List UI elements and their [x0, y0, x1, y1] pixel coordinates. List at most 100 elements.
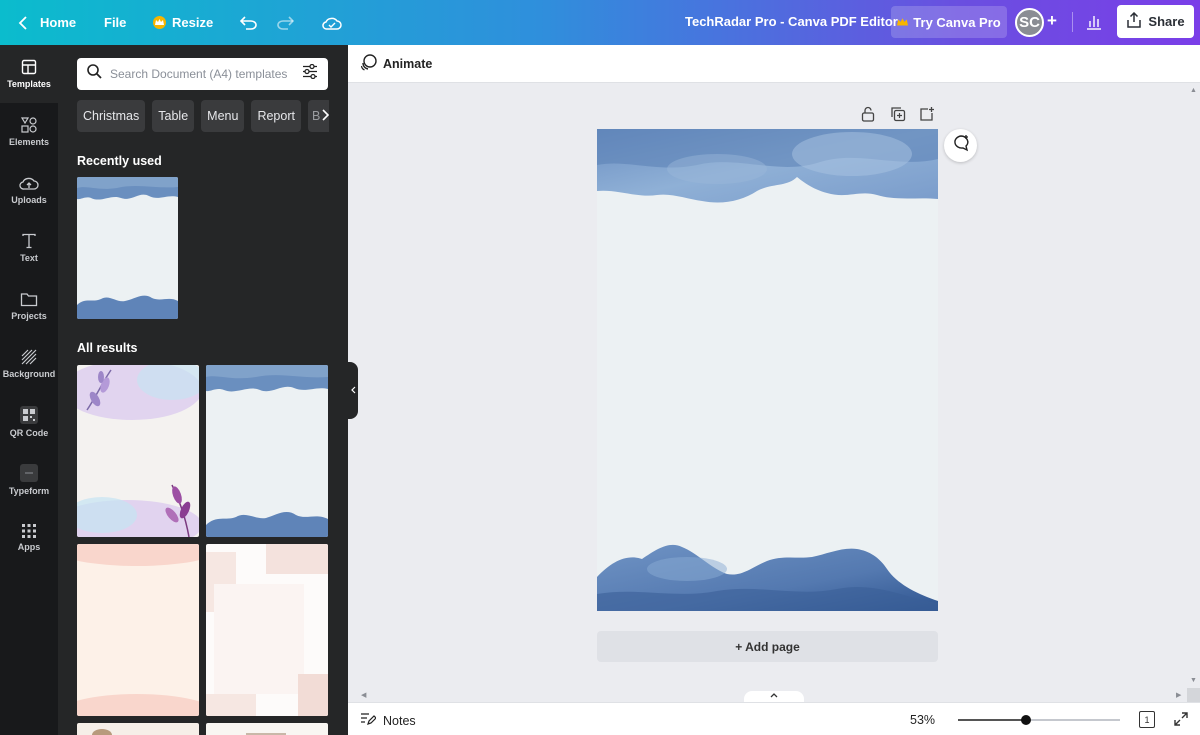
design-page[interactable]	[597, 129, 938, 611]
share-icon	[1126, 11, 1142, 31]
chip-christmas[interactable]: Christmas	[77, 100, 146, 132]
chip-menu[interactable]: Menu	[201, 100, 245, 132]
recently-used-heading: Recently used	[77, 154, 162, 168]
rail-label: Text	[20, 253, 38, 263]
duplicate-page-icon[interactable]	[890, 106, 906, 127]
rail-label: Templates	[7, 79, 51, 89]
chip-more[interactable]: B	[307, 100, 329, 132]
animate-icon	[360, 54, 377, 74]
zoom-percentage[interactable]: 53%	[910, 713, 935, 727]
filter-sliders-icon[interactable]	[302, 63, 318, 84]
document-title[interactable]: TechRadar Pro - Canva PDF Editor	[685, 14, 898, 29]
home-label: Home	[40, 15, 77, 30]
rail-item-projects[interactable]: Projects	[0, 277, 58, 335]
zoom-slider-knob[interactable]	[1021, 715, 1031, 725]
try-pro-label: Try Canva Pro	[913, 14, 1001, 30]
redo-icon	[276, 15, 294, 30]
chevron-left-icon	[18, 15, 28, 30]
category-chips: Christmas Table Menu Report B	[77, 100, 329, 132]
scroll-right-icon[interactable]: ▶	[1176, 691, 1181, 699]
undo-icon	[240, 15, 258, 30]
bottom-bar: Notes 53% 1	[348, 702, 1200, 735]
template-search-input[interactable]	[110, 67, 294, 81]
rail-label: QR Code	[9, 428, 49, 438]
crown-icon	[897, 15, 909, 30]
notes-button[interactable]: Notes	[360, 712, 416, 729]
chevron-left-icon	[350, 386, 356, 396]
notes-label: Notes	[383, 713, 416, 728]
rail-item-background[interactable]: Background	[0, 335, 58, 393]
zoom-slider-fill	[958, 719, 1026, 721]
rail-item-elements[interactable]: Elements	[0, 103, 58, 161]
template-thumbnail-partial[interactable]	[206, 723, 328, 735]
crown-icon	[153, 16, 166, 29]
add-collaborator-button[interactable]: +	[1047, 11, 1057, 31]
template-thumbnail-recent-watercolor[interactable]	[77, 177, 178, 319]
rail-label: Uploads	[11, 195, 47, 205]
share-label: Share	[1148, 14, 1185, 29]
chip-table[interactable]: Table	[152, 100, 195, 132]
rail-label: Elements	[8, 137, 50, 147]
scroll-down-icon[interactable]: ▼	[1190, 677, 1197, 684]
left-rail: Templates Elements Uploads Text Projects…	[0, 45, 58, 735]
layout-icon	[21, 59, 37, 75]
home-button[interactable]: Home	[18, 0, 76, 45]
file-menu-button[interactable]: File	[104, 0, 126, 45]
rail-item-typeform[interactable]: Typeform	[0, 451, 58, 509]
context-toolbar: Animate	[348, 45, 1200, 83]
undo-button[interactable]	[240, 0, 258, 45]
upload-cloud-icon	[19, 175, 39, 191]
rail-item-text[interactable]: Text	[0, 219, 58, 277]
cloud-check-icon	[322, 16, 342, 30]
qr-code-icon	[20, 406, 38, 424]
add-page-button[interactable]: + Add page	[597, 631, 938, 662]
rail-item-apps[interactable]: Apps	[0, 509, 58, 567]
template-search-box[interactable]	[77, 58, 328, 90]
redo-button[interactable]	[276, 0, 294, 45]
toolbar-divider	[1072, 12, 1073, 32]
folder-icon	[20, 292, 38, 307]
text-icon	[21, 233, 37, 249]
resize-label: Resize	[172, 15, 214, 30]
shapes-icon	[20, 117, 38, 133]
add-comment-button[interactable]	[944, 129, 977, 162]
fullscreen-icon[interactable]	[1174, 712, 1188, 731]
scroll-left-icon[interactable]: ◀	[361, 691, 366, 699]
collapse-panel-button[interactable]	[348, 362, 358, 419]
vertical-scrollbar[interactable]: ▲ ▼	[1187, 83, 1200, 688]
template-thumbnail-peach[interactable]	[77, 544, 199, 716]
rail-label: Typeform	[8, 486, 50, 496]
chip-truncated-label: B	[311, 109, 321, 123]
notes-icon	[360, 712, 377, 729]
resize-button[interactable]: Resize	[153, 0, 213, 45]
add-page-icon[interactable]	[919, 106, 935, 127]
template-thumbnail-blush-shapes[interactable]	[206, 544, 328, 716]
insights-icon[interactable]	[1085, 13, 1103, 34]
share-button[interactable]: Share	[1117, 5, 1194, 38]
comment-plus-icon	[952, 134, 970, 157]
template-thumbnail-blue-watercolor[interactable]	[206, 365, 328, 537]
search-icon	[87, 64, 102, 84]
template-thumbnail-partial[interactable]	[77, 723, 199, 735]
page-count-button[interactable]: 1	[1139, 711, 1155, 728]
zoom-slider[interactable]	[958, 715, 1120, 725]
rail-item-uploads[interactable]: Uploads	[0, 161, 58, 219]
rail-label: Projects	[11, 310, 47, 321]
chip-report[interactable]: Report	[251, 100, 301, 132]
cloud-save-button[interactable]	[322, 0, 342, 45]
rail-item-qr-code[interactable]: QR Code	[0, 393, 58, 451]
lock-icon[interactable]	[861, 106, 875, 127]
avatar[interactable]: SC	[1015, 8, 1044, 37]
animate-label: Animate	[383, 57, 433, 71]
try-canva-pro-button[interactable]: Try Canva Pro	[891, 6, 1007, 38]
templates-panel: Christmas Table Menu Report B Recently u…	[58, 45, 348, 735]
rail-label: Apps	[17, 542, 41, 552]
all-results-heading: All results	[77, 341, 138, 355]
chevron-right-icon	[322, 108, 329, 124]
rail-item-templates[interactable]: Templates	[0, 45, 58, 103]
template-thumbnail-floral-pastel[interactable]	[77, 365, 199, 537]
scroll-up-icon[interactable]: ▲	[1190, 87, 1197, 94]
rail-label: Background	[2, 369, 56, 379]
apps-grid-icon	[22, 524, 36, 538]
animate-button[interactable]: Animate	[360, 54, 432, 74]
